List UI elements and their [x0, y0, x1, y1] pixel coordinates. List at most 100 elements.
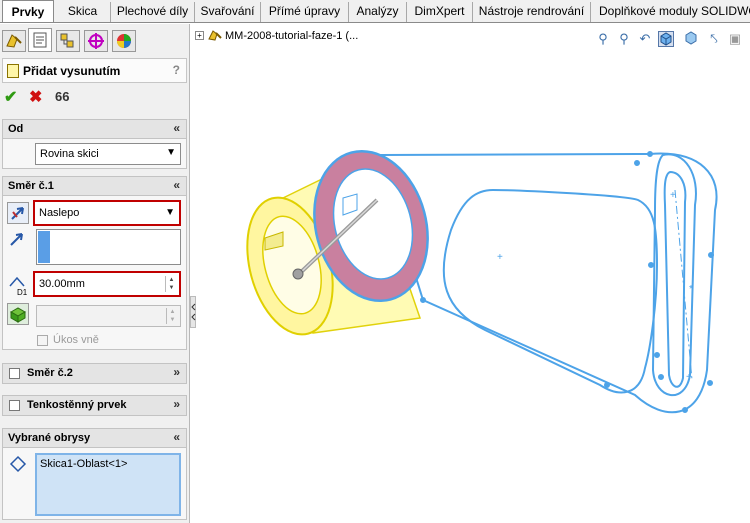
- direction-selection-box[interactable]: [36, 229, 181, 265]
- spinner-icon: ▲ ▼: [166, 308, 178, 324]
- extrude-feature-icon: [7, 64, 19, 78]
- sketch-vertex: [707, 380, 713, 386]
- contours-list[interactable]: Skica1-Oblast<1>: [35, 453, 181, 516]
- thin-feature-checkbox[interactable]: [9, 400, 20, 411]
- depth-dimension-icon: D1: [7, 274, 31, 297]
- draft-outward-checkbox[interactable]: [37, 335, 48, 346]
- sketch-point: *: [689, 284, 693, 295]
- group-thin-feature-header[interactable]: Tenkostěnný prvek »: [3, 396, 186, 415]
- view-orientation-icon[interactable]: [658, 31, 674, 47]
- sketch-slot-inner: [663, 170, 687, 388]
- svg-text:D1: D1: [17, 288, 28, 296]
- end-condition-select[interactable]: Naslepo ▼: [33, 200, 181, 226]
- group-from-title: Od: [8, 123, 24, 135]
- direction-vector-icon: [7, 229, 29, 251]
- contours-list-item[interactable]: Skica1-Oblast<1>: [40, 458, 127, 470]
- chevron-down-icon: ▼: [166, 147, 176, 158]
- arrow-handle-icon[interactable]: [292, 268, 304, 280]
- detailed-preview-button[interactable]: 66: [55, 89, 69, 104]
- group-direction-2-header[interactable]: Směr č.2 »: [3, 364, 186, 383]
- sketch-point: +: [686, 372, 692, 383]
- feature-title: Přidat vysunutím: [23, 64, 121, 78]
- group-thin-feature-title: Tenkostěnný prvek: [27, 399, 127, 411]
- group-from-header[interactable]: Od «: [3, 120, 186, 139]
- chevron-up-icon[interactable]: «: [173, 121, 180, 135]
- feature-manager-icon[interactable]: [2, 30, 26, 52]
- draft-toggle-button[interactable]: [7, 303, 29, 325]
- expand-icon[interactable]: +: [195, 31, 204, 40]
- tab-nastroje-rendrovani[interactable]: Nástroje rendrování: [473, 2, 591, 22]
- sketch-vertex: [648, 262, 654, 268]
- direction-2-checkbox[interactable]: [9, 368, 20, 379]
- from-select[interactable]: Rovina skici ▼: [35, 143, 181, 165]
- property-manager-icon[interactable]: [28, 28, 52, 52]
- property-manager-panel: Přidat vysunutím ? ✔ ✖ 66 Od « Rovina sk…: [0, 24, 190, 523]
- command-manager-tabs: Prvky Skica Plechové díly Svařování Přím…: [0, 0, 750, 23]
- tab-plechove-dily[interactable]: Plechové díly: [111, 2, 195, 22]
- chevron-up-icon[interactable]: «: [173, 430, 180, 444]
- display-manager-icon[interactable]: [112, 30, 136, 52]
- depth-field[interactable]: 30.00mm ▲ ▼: [33, 271, 181, 297]
- cancel-button[interactable]: ✖: [29, 87, 42, 107]
- sketch-vertex: [682, 407, 688, 413]
- group-direction-1: Směr č.1 « Naslepo ▼ D1 30.00mm ▲▼ ▲▼: [2, 176, 187, 350]
- group-thin-feature: Tenkostěnný prvek »: [2, 395, 187, 416]
- group-direction-2: Směr č.2 »: [2, 363, 187, 384]
- group-direction-2-title: Směr č.2: [27, 367, 73, 379]
- tab-prvky[interactable]: Prvky: [2, 0, 54, 22]
- sketch-vertex: [647, 151, 653, 157]
- depth-value: 30.00mm: [39, 278, 85, 290]
- group-selected-contours: Vybrané obrysy « Skica1-Oblast<1>: [2, 428, 187, 520]
- group-selected-contours-title: Vybrané obrysy: [8, 432, 91, 444]
- section-view-icon[interactable]: ▣: [727, 31, 743, 47]
- configuration-manager-icon[interactable]: [56, 30, 80, 52]
- tab-doplnkove-moduly[interactable]: Doplňkové moduly SOLIDWO: [591, 2, 750, 22]
- tab-svarovani[interactable]: Svařování: [195, 2, 261, 22]
- selection-highlight: [38, 231, 50, 263]
- spinner-icon[interactable]: ▲ ▼: [165, 276, 177, 292]
- group-from: Od « Rovina skici ▼: [2, 119, 187, 169]
- chevron-up-icon[interactable]: «: [173, 178, 180, 192]
- dimxpert-manager-icon[interactable]: [84, 30, 108, 52]
- sketch-inner-cutout: [442, 188, 659, 394]
- flyout-feature-tree: + MM-2008-tutorial-faze-1 (...: [195, 29, 358, 42]
- chevron-down-icon[interactable]: »: [173, 365, 180, 379]
- ok-button[interactable]: ✔: [4, 87, 17, 107]
- help-button[interactable]: ?: [173, 63, 180, 77]
- sketch-point: +: [497, 252, 503, 263]
- draft-angle-field: ▲ ▼: [36, 305, 181, 327]
- part-icon: [208, 29, 222, 41]
- from-select-value: Rovina skici: [40, 148, 99, 160]
- chevron-down-icon: ▼: [165, 207, 175, 218]
- tab-prime-upravy[interactable]: Přímé úpravy: [261, 2, 349, 22]
- sketch-point: +: [670, 190, 676, 201]
- sketch-vertex: [634, 160, 640, 166]
- manager-tabs: [0, 26, 190, 52]
- sketch-vertex: [604, 382, 610, 388]
- hide-show-items-icon[interactable]: ⤣: [706, 31, 722, 47]
- group-direction-1-header[interactable]: Směr č.1 «: [3, 177, 186, 196]
- help-icon: ?: [172, 63, 180, 77]
- group-selected-contours-header[interactable]: Vybrané obrysy «: [3, 429, 186, 448]
- end-condition-value: Naslepo: [39, 207, 80, 219]
- draft-icon: [9, 307, 27, 323]
- property-manager-title: Přidat vysunutím ?: [2, 58, 187, 83]
- tab-dimxpert[interactable]: DimXpert: [407, 2, 473, 22]
- graphics-viewport[interactable]: + * + +: [195, 50, 750, 523]
- sketch-outline: + * + +: [376, 151, 718, 414]
- sketch-vertex: [420, 297, 426, 303]
- reverse-direction-button[interactable]: [7, 202, 29, 224]
- zoom-to-fit-icon[interactable]: ⚲: [595, 31, 611, 47]
- display-style-icon[interactable]: [683, 31, 699, 47]
- tab-analyzy[interactable]: Analýzy: [349, 2, 407, 22]
- sketch-vertex: [658, 374, 664, 380]
- contour-selection-icon: [9, 455, 27, 473]
- previous-view-icon[interactable]: ↶: [637, 31, 653, 47]
- tree-root-label[interactable]: MM-2008-tutorial-faze-1 (...: [225, 30, 358, 42]
- zoom-to-area-icon[interactable]: ⚲: [616, 31, 632, 47]
- chevron-down-icon[interactable]: »: [173, 397, 180, 411]
- reverse-direction-icon: [11, 207, 24, 220]
- draft-outward-label: Úkos vně: [53, 334, 99, 346]
- sketch-vertex: [654, 352, 660, 358]
- tab-skica[interactable]: Skica: [55, 2, 111, 22]
